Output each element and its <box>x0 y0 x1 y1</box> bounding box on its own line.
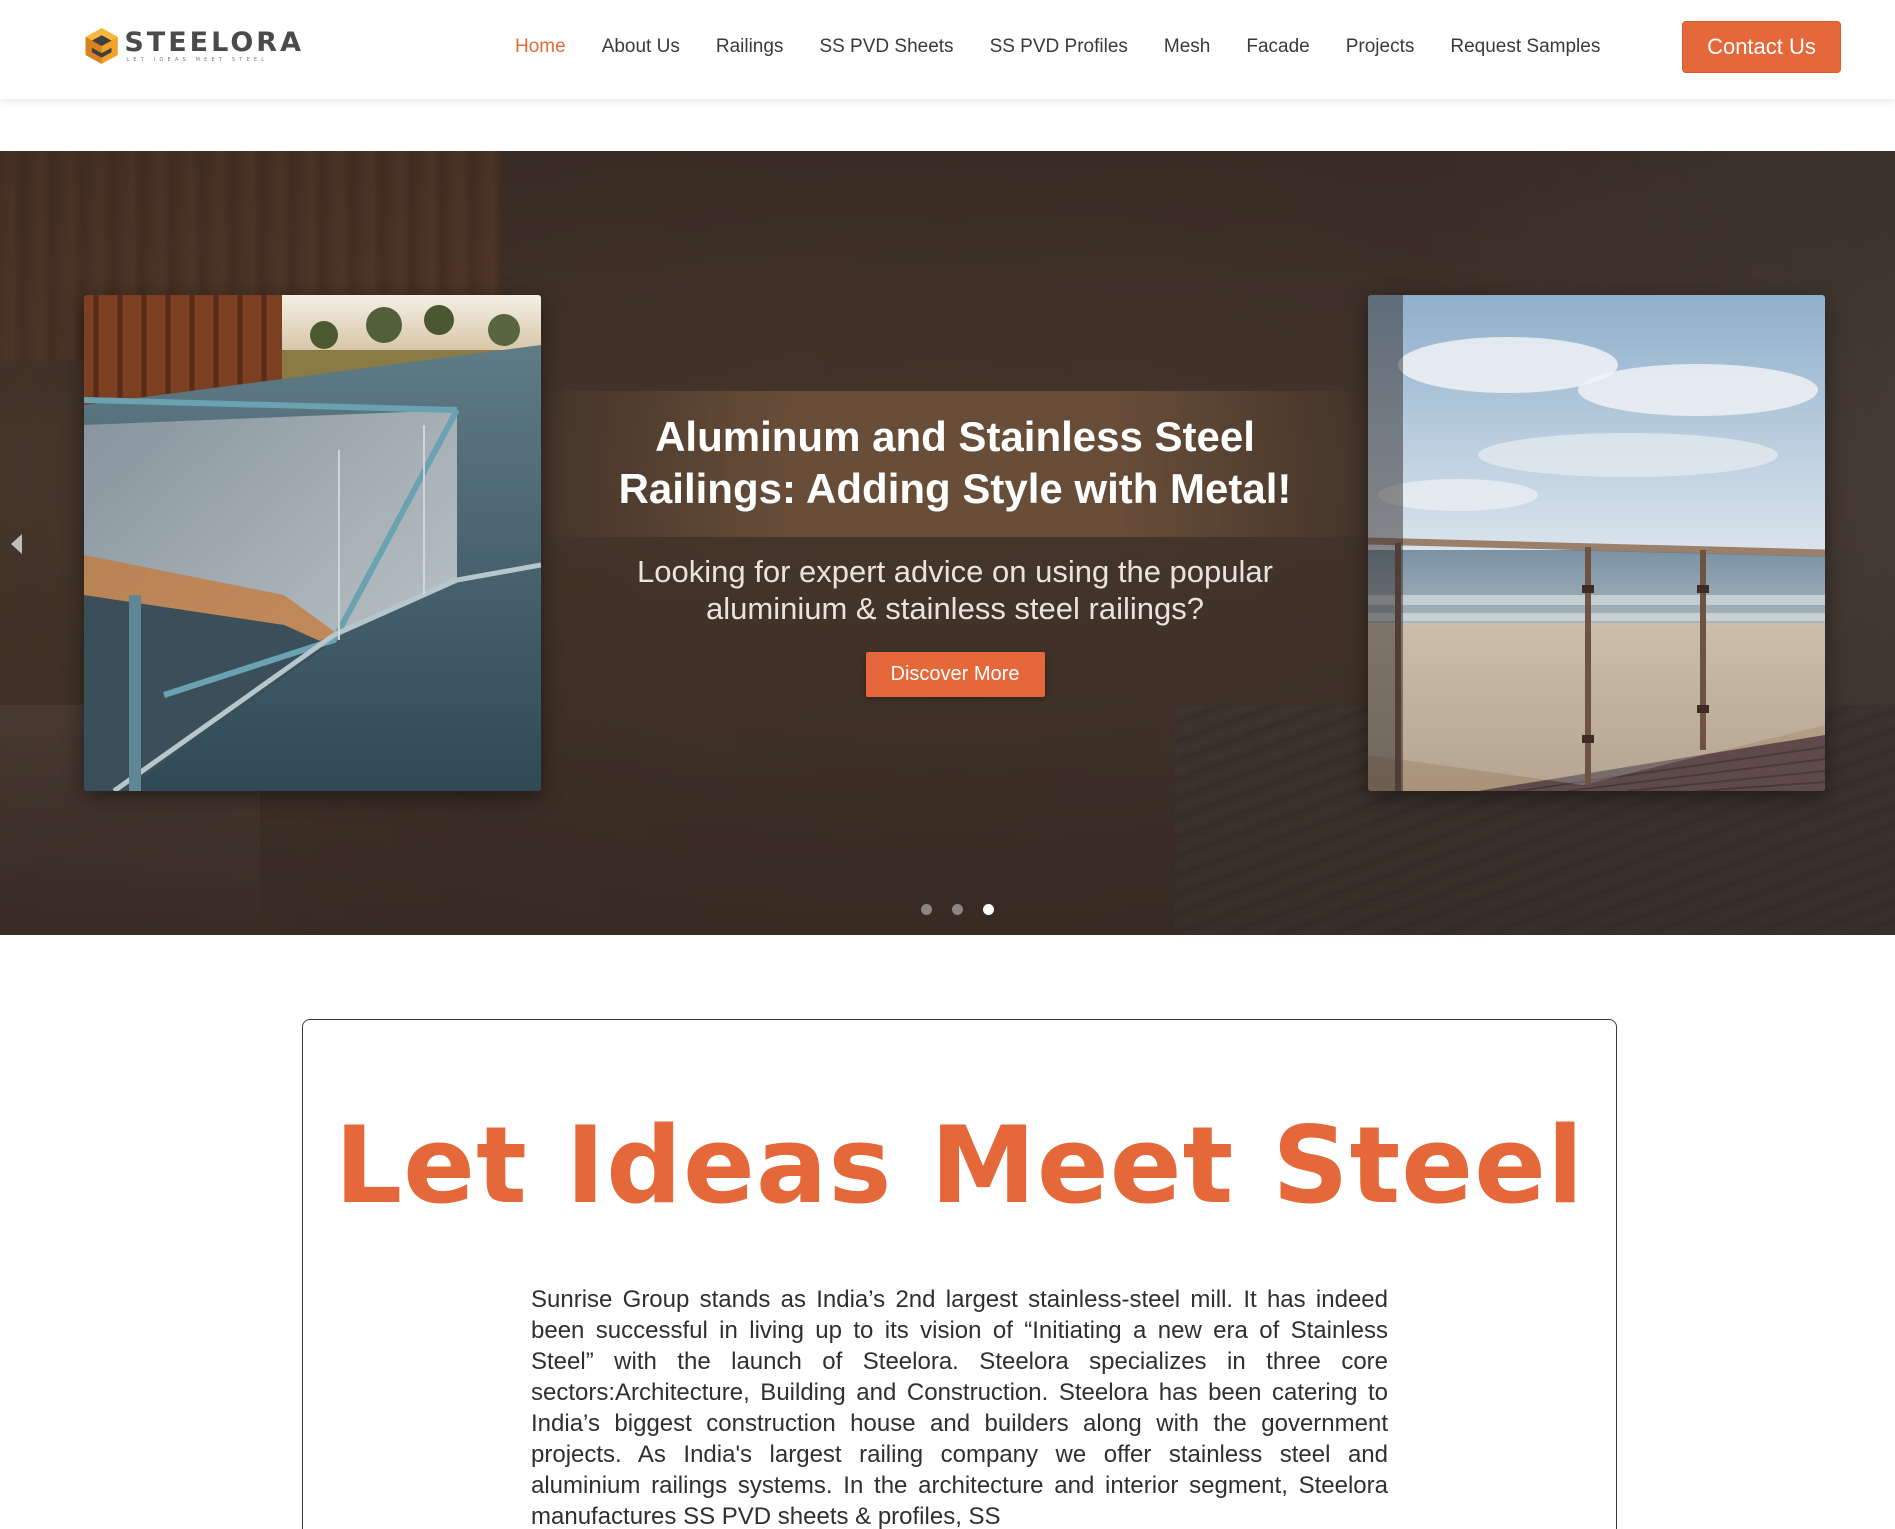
slide-image-glass-railing-balcony <box>84 295 541 791</box>
intro-heading: Let Ideas Meet Steel <box>334 1104 1585 1227</box>
hero-title: Aluminum and Stainless Steel Railings: A… <box>618 413 1292 512</box>
nav-item-ss-pvd-sheets[interactable]: SS PVD Sheets <box>819 36 953 58</box>
contact-us-button[interactable]: Contact Us <box>1682 21 1841 73</box>
brand-logo[interactable]: STEELORA LET IDEAS MEET STEEL <box>82 24 304 68</box>
nav-item-ss-pvd-profiles[interactable]: SS PVD Profiles <box>990 36 1128 58</box>
hero-slider: Aluminum and Stainless Steel Railings: A… <box>0 151 1895 935</box>
brand-wordmark: STEELORA LET IDEAS MEET STEEL <box>124 26 304 64</box>
brand-tagline: LET IDEAS MEET STEEL <box>126 56 269 63</box>
beach-balcony-railing-illustration <box>1368 295 1825 791</box>
hero-content: Aluminum and Stainless Steel Railings: A… <box>540 391 1370 697</box>
slider-dot-2[interactable] <box>952 904 963 915</box>
discover-more-button[interactable]: Discover More <box>865 652 1045 697</box>
main-nav: Home About Us Railings SS PVD Sheets SS … <box>515 0 1636 93</box>
slider-prev-arrow-icon[interactable] <box>11 534 22 554</box>
intro-body-text: Sunrise Group stands as India’s 2nd larg… <box>531 1286 1388 1529</box>
nav-item-home[interactable]: Home <box>515 36 566 58</box>
nav-item-request-samples[interactable]: Request Samples <box>1450 36 1600 58</box>
nav-item-railings[interactable]: Railings <box>716 36 784 58</box>
slider-dot-1[interactable] <box>921 904 932 915</box>
glass-railing-balcony-illustration <box>84 295 541 791</box>
slide-image-beach-balcony-railing <box>1368 295 1825 791</box>
slider-dot-3[interactable] <box>983 904 994 915</box>
hero-subtitle: Looking for expert advice on using the p… <box>637 554 1273 626</box>
hero-title-band: Aluminum and Stainless Steel Railings: A… <box>540 391 1370 537</box>
nav-item-projects[interactable]: Projects <box>1346 36 1415 58</box>
intro-card: Let Ideas Meet Steel Sunrise Group stand… <box>302 1019 1617 1529</box>
nav-item-facade[interactable]: Facade <box>1246 36 1309 58</box>
brand-name: STEELORA <box>124 26 304 58</box>
nav-item-mesh[interactable]: Mesh <box>1164 36 1210 58</box>
site-header: STEELORA LET IDEAS MEET STEEL Home About… <box>0 0 1895 99</box>
steelora-hexagon-logo-icon <box>85 28 118 64</box>
slider-pagination <box>921 904 1014 915</box>
nav-item-about-us[interactable]: About Us <box>602 36 680 58</box>
